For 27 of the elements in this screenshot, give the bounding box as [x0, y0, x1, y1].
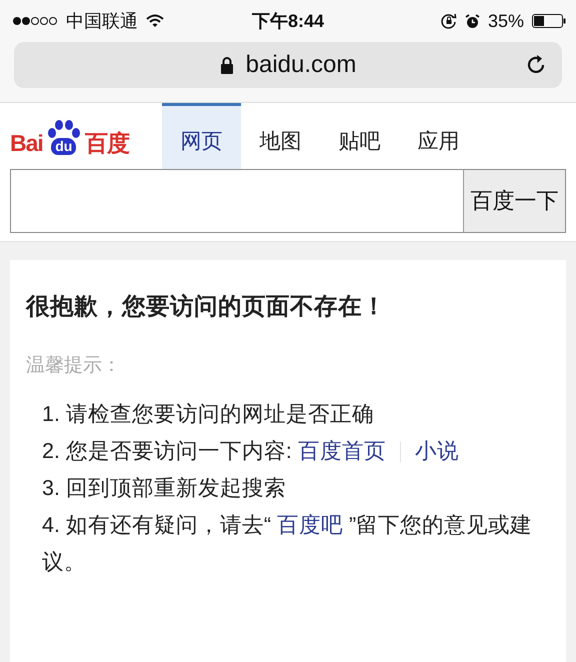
nav-tab[interactable]: 网页 — [162, 103, 241, 169]
logo-text: Bai — [10, 132, 43, 155]
clock-time: 下午8:44 — [252, 10, 324, 33]
hint-label: 温馨提示： — [26, 354, 122, 378]
nav-tab[interactable]: 贴吧 — [320, 103, 399, 169]
tip-item: 1. 请检查您要访问的网址是否正确 — [41, 401, 375, 428]
url-text: baidu.com — [246, 51, 356, 79]
tip-item: 3. 回到顶部重新发起搜索 — [41, 475, 287, 502]
battery-percent: 35% — [488, 10, 524, 32]
battery-icon — [532, 14, 566, 28]
rotation-lock-icon — [440, 13, 457, 29]
link[interactable]: 百度吧 — [277, 513, 344, 537]
error-title: 很抱歉，您要访问的页面不存在！ — [26, 292, 387, 321]
lock-icon — [220, 56, 234, 74]
wifi-icon — [146, 14, 164, 28]
tip-item: 4. 如有还有疑问，请去“ 百度吧 ”留下您的意见或建议。 — [41, 512, 534, 576]
carrier-name: 中国联通 — [66, 10, 138, 33]
nav-tab[interactable]: 应用 — [399, 103, 478, 169]
signal-icon — [12, 16, 58, 26]
paw-logo: du — [44, 119, 84, 155]
alarm-icon — [464, 14, 480, 28]
link[interactable]: 小说 — [414, 439, 459, 463]
link[interactable]: 百度首页 — [298, 439, 386, 463]
tip-item: 2. 您是否要访问一下内容: 百度首页 小说 — [41, 438, 460, 465]
nav-tab[interactable]: 地图 — [241, 103, 320, 169]
address-bar[interactable]: baidu.com — [14, 42, 562, 88]
logo-text: 百度 — [84, 132, 129, 155]
